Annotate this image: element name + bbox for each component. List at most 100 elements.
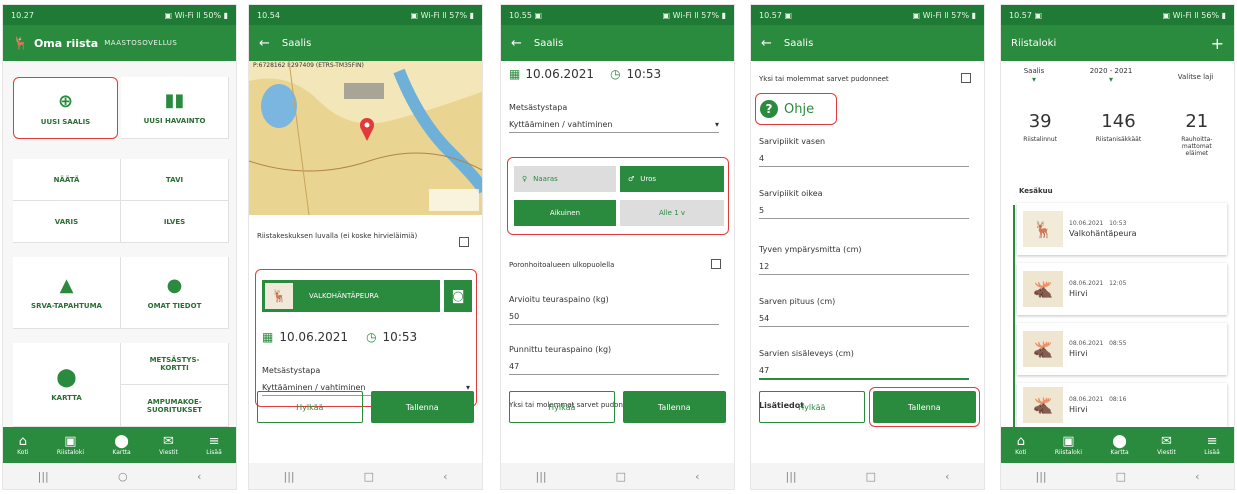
species-filter[interactable]: Valitse laji xyxy=(1178,67,1213,93)
system-nav: ||| ○ ‹ xyxy=(3,463,236,489)
datetime-row[interactable]: ▦ 10.06.2021 ◷ 10:53 xyxy=(262,330,417,344)
nav-messages-label: Viestit xyxy=(1157,448,1176,456)
app-header: ← Saalis xyxy=(501,25,734,61)
help-link[interactable]: ? Ohje xyxy=(755,93,837,125)
new-catch-button[interactable]: ⊕ UUSI SAALIS xyxy=(13,77,118,139)
location-map[interactable]: P:6728162 I:297409 (ETRS-TM35FIN) xyxy=(249,61,482,215)
nav-home[interactable]: ⌂ Koti xyxy=(1015,434,1027,456)
ilves-button[interactable]: ILVES xyxy=(121,201,229,243)
back-chevron-icon[interactable]: ‹ xyxy=(1195,470,1199,483)
nav-home[interactable]: ⌂ Koti xyxy=(17,434,28,456)
datetime-row[interactable]: ▦ 10.06.2021 ◷ 10:53 xyxy=(509,67,661,81)
method-select[interactable]: Kyttääminen / vahtiminen ▾ xyxy=(509,117,719,133)
species-selector[interactable]: 🦌 VALKOHÄNTÄPEURA xyxy=(262,280,440,312)
map-pin-icon: ⬤ xyxy=(56,367,77,388)
nav-messages[interactable]: ✉ Viestit xyxy=(1157,434,1176,456)
reject-button[interactable]: Hylkää xyxy=(759,391,865,423)
season-filter[interactable]: 2020 - 2021 ▾ xyxy=(1090,67,1133,93)
type-filter[interactable]: Saalis ▾ xyxy=(1024,67,1045,93)
diary-entry[interactable]: 🫎 08.06.2021 12:05 Hirvi xyxy=(1017,263,1227,315)
antler-length-input[interactable]: 54 xyxy=(759,311,969,327)
camera-button[interactable]: ◙ xyxy=(444,280,472,312)
recents-icon[interactable]: ||| xyxy=(786,470,797,483)
save-button[interactable]: Tallenna xyxy=(370,391,474,423)
right-points-input[interactable]: 5 xyxy=(759,203,969,219)
antlers-lost-label: Yksi tai molemmat sarvet pudonneet xyxy=(759,75,889,83)
home-square-icon[interactable]: □ xyxy=(866,470,876,483)
nayta-label: NÄÄTÄ xyxy=(53,175,80,184)
diary-entry[interactable]: 🫎 08.06.2021 08:55 Hirvi xyxy=(1017,323,1227,375)
page-title: Riistaloki xyxy=(1011,37,1057,49)
recents-icon[interactable]: ||| xyxy=(284,470,295,483)
varis-button[interactable]: VARIS xyxy=(13,201,121,243)
back-chevron-icon[interactable]: ‹ xyxy=(443,470,447,483)
stat-unprotected: 21 Rauhoitta-mattomat eläimet xyxy=(1162,111,1232,157)
recents-icon[interactable]: ||| xyxy=(536,470,547,483)
permit-checkbox-label: Riistakeskuksen luvalla (ei koske hirvie… xyxy=(257,232,418,240)
save-button[interactable]: Tallenna xyxy=(868,387,980,427)
antler-width-input[interactable]: 47 xyxy=(759,363,969,380)
circumference-input[interactable]: 12 xyxy=(759,259,969,275)
nayta-button[interactable]: NÄÄTÄ xyxy=(13,159,121,201)
reject-button[interactable]: Hylkää xyxy=(257,391,363,423)
nav-map[interactable]: ⬤ Kartta xyxy=(1110,434,1128,456)
recents-icon[interactable]: ||| xyxy=(1036,470,1047,483)
status-icons: ▣ Wi-Fi ll 57% ▮ xyxy=(410,10,474,20)
back-chevron-icon[interactable]: ‹ xyxy=(945,470,949,483)
home-square-icon[interactable]: □ xyxy=(616,470,626,483)
nav-home-label: Koti xyxy=(1015,448,1027,456)
estimated-weight-input[interactable]: 50 xyxy=(509,309,719,325)
type-filter-value: Saalis xyxy=(1023,67,1045,75)
back-chevron-icon[interactable]: ‹ xyxy=(197,470,201,483)
method-label: Metsästystapa xyxy=(509,103,568,112)
back-arrow-icon[interactable]: ← xyxy=(761,36,772,51)
hunting-license-label: METSÄSTYS-KORTTI xyxy=(149,355,200,372)
entry-date: 08.06.2021 xyxy=(1069,396,1104,403)
nav-more[interactable]: ≡ Lisää xyxy=(206,434,222,456)
map-graphic xyxy=(249,61,482,215)
female-button[interactable]: ♀ Naaras xyxy=(514,166,616,192)
shooting-test-button[interactable]: AMPUMAKOE-SUORITUKSET xyxy=(121,385,229,427)
diary-entry[interactable]: 🦌 10.06.2021 10:53 Valkohäntäpeura xyxy=(1017,203,1227,255)
stat-mammals-value: 146 xyxy=(1101,111,1136,132)
antler-length-label: Sarven pituus (cm) xyxy=(759,297,836,306)
permit-checkbox[interactable] xyxy=(459,237,469,247)
stat-birds: 39 Riistalinnut xyxy=(1005,111,1075,157)
dropdown-arrow-icon: ▾ xyxy=(714,120,719,129)
measured-weight-input[interactable]: 47 xyxy=(509,359,719,375)
nav-more[interactable]: ≡ Lisää xyxy=(1204,434,1220,456)
nav-diary[interactable]: ▣ Riistaloki xyxy=(57,434,84,456)
reject-button[interactable]: Hylkää xyxy=(509,391,615,423)
male-button[interactable]: ♂ Uros xyxy=(620,166,724,192)
map-button[interactable]: ⬤ KARTTA xyxy=(13,343,121,427)
diary-entry[interactable]: 🫎 08.06.2021 08:16 Hirvi xyxy=(1017,383,1227,427)
young-button[interactable]: Alle 1 v xyxy=(620,200,724,226)
new-observation-button[interactable]: ▮▮ UUSI HAVAINTO xyxy=(121,77,229,139)
left-points-input[interactable]: 4 xyxy=(759,151,969,167)
status-time: 10.55 ▣ xyxy=(509,10,543,20)
adult-button[interactable]: Aikuinen xyxy=(514,200,616,226)
timeline-line xyxy=(1013,205,1015,427)
nav-diary[interactable]: ▣ Riistaloki xyxy=(1055,434,1082,456)
home-square-icon[interactable]: □ xyxy=(364,470,374,483)
envelope-icon: ✉ xyxy=(163,433,174,449)
status-bar: 10.54 ▣ Wi-Fi ll 57% ▮ xyxy=(249,5,482,25)
nav-map[interactable]: ⬤ Kartta xyxy=(112,434,130,456)
non-edible-checkbox[interactable] xyxy=(711,259,721,269)
back-arrow-icon[interactable]: ← xyxy=(511,36,522,51)
antlers-lost-checkbox[interactable] xyxy=(961,73,971,83)
add-button[interactable]: + xyxy=(1211,34,1224,53)
hunting-license-button[interactable]: METSÄSTYS-KORTTI xyxy=(121,343,229,385)
home-circle-icon[interactable]: ○ xyxy=(118,470,128,483)
own-info-button[interactable]: ● OMAT TIEDOT xyxy=(121,257,229,329)
home-square-icon[interactable]: □ xyxy=(1116,470,1126,483)
status-time: 10.27 xyxy=(11,10,34,20)
recents-icon[interactable]: ||| xyxy=(38,470,49,483)
nav-messages[interactable]: ✉ Viestit xyxy=(159,433,178,456)
tavi-button[interactable]: TAVI xyxy=(121,159,229,201)
back-chevron-icon[interactable]: ‹ xyxy=(695,470,699,483)
back-arrow-icon[interactable]: ← xyxy=(259,36,270,51)
save-button[interactable]: Tallenna xyxy=(622,391,726,423)
moose-icon: 🫎 xyxy=(1023,387,1063,423)
srva-button[interactable]: ▲ SRVA-TAPAHTUMA xyxy=(13,257,121,329)
